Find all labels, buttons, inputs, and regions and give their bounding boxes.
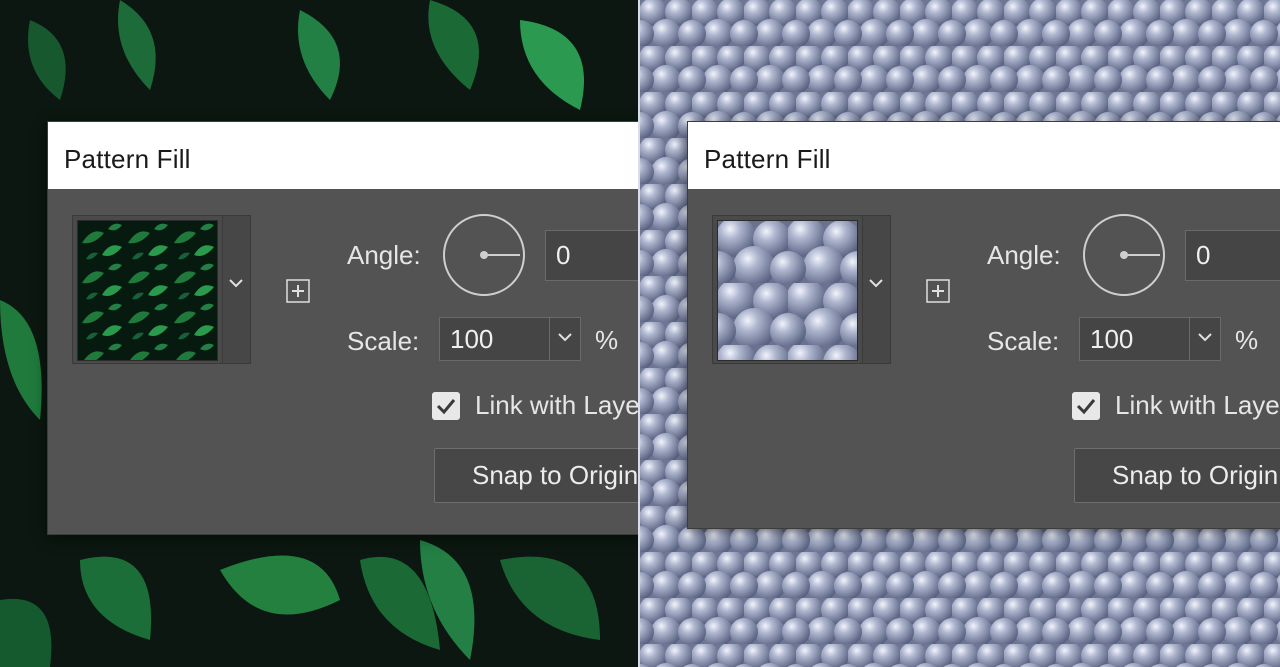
- link-with-layer-checkbox[interactable]: [432, 392, 460, 420]
- right-panel: Pattern Fill Angle: Scale: %: [640, 0, 1280, 667]
- new-pattern-icon[interactable]: [926, 279, 950, 303]
- link-with-layer-checkbox[interactable]: [1072, 392, 1100, 420]
- dialog-title: Pattern Fill: [64, 144, 191, 174]
- checkmark-icon: [1076, 399, 1096, 415]
- angle-input[interactable]: [545, 230, 638, 281]
- pattern-picker[interactable]: [712, 215, 866, 364]
- snap-to-origin-button[interactable]: Snap to Origin: [1074, 448, 1280, 503]
- chevron-down-icon: [229, 278, 243, 288]
- percent-unit-label: %: [1235, 325, 1259, 355]
- angle-label: Angle:: [987, 240, 1061, 270]
- dialog-titlebar: Pattern Fill: [688, 122, 1280, 189]
- angle-input[interactable]: [1185, 230, 1280, 281]
- scale-label: Scale:: [347, 326, 420, 356]
- pattern-fill-dialog: Pattern Fill Angle: Scale: %: [687, 121, 1280, 529]
- pattern-dropdown-button[interactable]: [222, 215, 251, 364]
- pattern-fill-dialog: Pattern Fill Angle: Scale: %: [47, 121, 638, 535]
- chevron-down-icon: [1198, 332, 1212, 342]
- snap-to-origin-button[interactable]: Snap to Origin: [434, 448, 638, 503]
- scale-input[interactable]: [439, 317, 550, 361]
- new-pattern-icon[interactable]: [286, 279, 310, 303]
- link-with-layer-label: Link with Layer: [1115, 390, 1280, 420]
- scale-label: Scale:: [987, 326, 1060, 356]
- scale-input[interactable]: [1079, 317, 1190, 361]
- scale-dropdown-button[interactable]: [549, 317, 581, 361]
- pattern-picker[interactable]: [72, 215, 226, 364]
- checkmark-icon: [436, 399, 456, 415]
- dialog-title: Pattern Fill: [704, 144, 831, 174]
- chevron-down-icon: [558, 332, 572, 342]
- chevron-down-icon: [869, 278, 883, 288]
- angle-label: Angle:: [347, 240, 421, 270]
- left-panel: Pattern Fill Angle: Scale: %: [0, 0, 638, 667]
- angle-dial[interactable]: [442, 213, 526, 297]
- dialog-titlebar: Pattern Fill: [48, 122, 638, 189]
- scale-dropdown-button[interactable]: [1189, 317, 1221, 361]
- link-with-layer-label: Link with Layer: [475, 390, 638, 420]
- angle-dial[interactable]: [1082, 213, 1166, 297]
- percent-unit-label: %: [595, 325, 619, 355]
- pattern-preview-thumbnail[interactable]: [77, 220, 218, 361]
- pattern-preview-thumbnail[interactable]: [717, 220, 858, 361]
- pattern-dropdown-button[interactable]: [862, 215, 891, 364]
